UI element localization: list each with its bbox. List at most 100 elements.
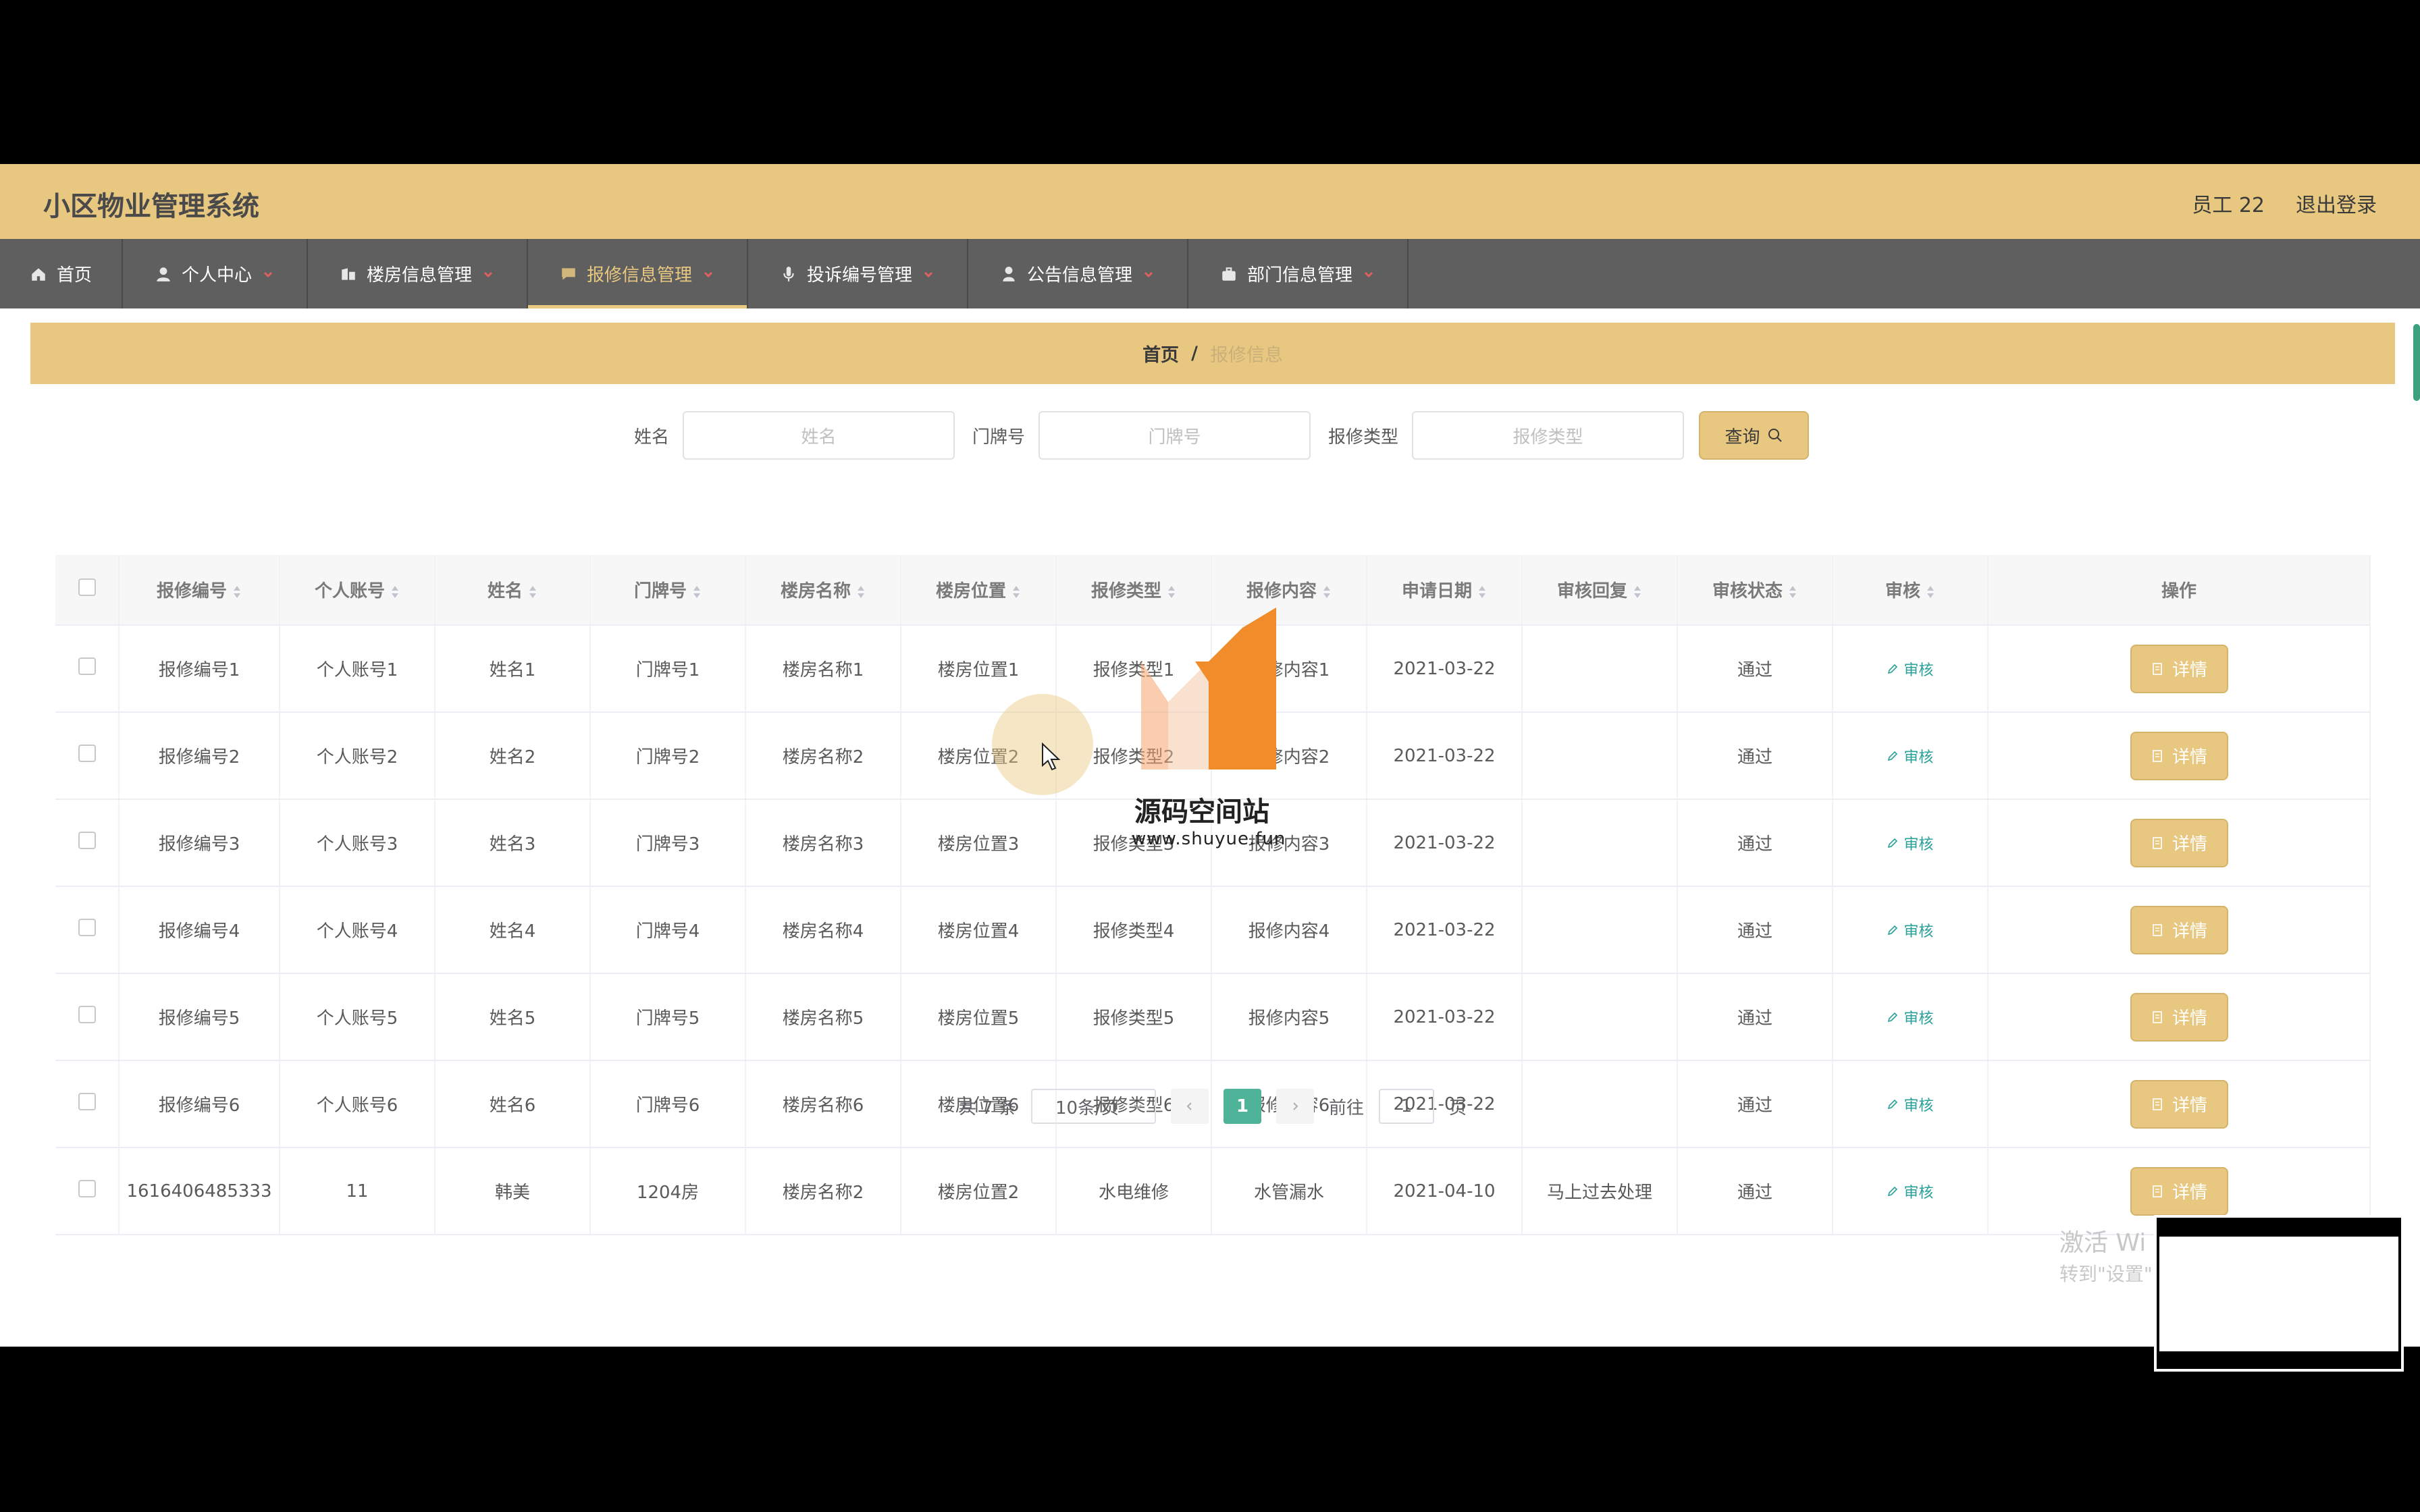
- table-cell: 通过: [1677, 712, 1833, 800]
- document-icon: [2153, 1185, 2162, 1197]
- table-cell: 楼房名称2: [745, 712, 901, 800]
- nav-item-3[interactable]: 楼房信息管理: [308, 239, 528, 308]
- query-button[interactable]: 查询: [1699, 411, 1810, 460]
- repair-type-input[interactable]: 报修类型: [1412, 411, 1685, 460]
- microphone-icon: [783, 266, 794, 281]
- nav-item-6[interactable]: 公告信息管理: [968, 239, 1188, 308]
- table-cell: 楼房位置5: [901, 973, 1057, 1061]
- document-icon: [2153, 923, 2162, 936]
- column-header[interactable]: 个人账号: [280, 555, 436, 626]
- name-input[interactable]: 姓名: [682, 411, 955, 460]
- page-number[interactable]: 1: [1224, 1089, 1262, 1124]
- nav-item-2[interactable]: 个人中心: [123, 239, 308, 308]
- column-header[interactable]: 报修编号: [119, 555, 280, 626]
- column-header[interactable]: 审核回复: [1522, 555, 1678, 626]
- row-checkbox[interactable]: [78, 1180, 96, 1197]
- table-row: 报修编号4 个人账号4 姓名4 门牌号4 楼房名称4 楼房位置4 报修类型4 报修内容4 202…: [55, 886, 2371, 974]
- sort-icon[interactable]: [1633, 584, 1642, 600]
- main-nav: 首页 个人中心 楼房信息管理 报修信息管理 投诉编号管理 公告信息管理 部门信息管理: [0, 239, 2420, 308]
- sort-icon[interactable]: [528, 584, 537, 600]
- column-header-label: 操作: [2161, 581, 2197, 601]
- table-cell: 报修编号3: [119, 799, 280, 887]
- row-checkbox[interactable]: [78, 745, 96, 762]
- detail-button[interactable]: 详情: [2130, 644, 2228, 693]
- select-all-checkbox[interactable]: [78, 578, 96, 596]
- column-header[interactable]: 申请日期: [1367, 555, 1523, 626]
- goto-page-input[interactable]: 1: [1379, 1089, 1435, 1124]
- total-count: 共 7 条: [958, 1098, 1017, 1118]
- table-cell: 通过: [1677, 1148, 1833, 1235]
- audit-link[interactable]: 审核: [1887, 1010, 1934, 1027]
- row-select-cell: [55, 625, 120, 713]
- detail-button[interactable]: 详情: [2130, 731, 2228, 780]
- nav-item-1[interactable]: 首页: [0, 239, 123, 308]
- detail-button[interactable]: 详情: [2130, 905, 2228, 954]
- column-header[interactable]: 门牌号: [590, 555, 746, 626]
- column-header-label: 门牌号: [633, 581, 687, 601]
- door-number-input[interactable]: 门牌号: [1038, 411, 1311, 460]
- building-icon: [342, 267, 355, 280]
- audit-label: 审核: [1903, 662, 1934, 679]
- audit-cell: 审核: [1833, 1148, 1989, 1235]
- column-header[interactable]: 姓名: [435, 555, 591, 626]
- sort-icon[interactable]: [232, 584, 242, 600]
- logout-link[interactable]: 退出登录: [2296, 188, 2377, 218]
- chevron-down-icon: [263, 271, 273, 277]
- top-header: 小区物业管理系统 员工 22 退出登录: [0, 164, 2420, 239]
- nav-item-label: 个人中心: [181, 265, 252, 286]
- audit-cell: 审核: [1833, 625, 1989, 713]
- name-label: 姓名: [633, 427, 669, 448]
- door-label: 门牌号: [972, 427, 1025, 448]
- sort-icon[interactable]: [390, 584, 400, 600]
- row-checkbox[interactable]: [78, 919, 96, 936]
- table-cell: 姓名4: [435, 886, 591, 974]
- audit-link[interactable]: 审核: [1887, 923, 1934, 940]
- column-header[interactable]: 操作: [1988, 555, 2371, 626]
- next-page-button[interactable]: [1276, 1089, 1315, 1124]
- table-cell: 通过: [1677, 799, 1833, 887]
- row-checkbox[interactable]: [78, 832, 96, 849]
- audit-link[interactable]: 审核: [1887, 836, 1934, 853]
- table-cell: 楼房名称1: [745, 625, 901, 713]
- sort-icon[interactable]: [856, 584, 866, 600]
- nav-item-5[interactable]: 投诉编号管理: [748, 239, 968, 308]
- column-header[interactable]: 楼房位置: [901, 555, 1057, 626]
- query-label: 查询: [1725, 427, 1760, 448]
- row-checkbox[interactable]: [78, 1006, 96, 1023]
- table-cell: 通过: [1677, 625, 1833, 713]
- goto-prefix: 前往: [1329, 1098, 1365, 1118]
- sort-icon[interactable]: [692, 584, 702, 600]
- breadcrumb-home[interactable]: 首页: [1142, 340, 1179, 367]
- audit-link[interactable]: 审核: [1887, 749, 1934, 766]
- column-header[interactable]: 楼房名称: [745, 555, 901, 626]
- chevron-down-icon: [1144, 271, 1153, 277]
- user-name[interactable]: 员工 22: [2192, 188, 2265, 218]
- prev-page-button[interactable]: [1171, 1089, 1209, 1124]
- column-header[interactable]: 审核: [1833, 555, 1989, 626]
- nav-item-7[interactable]: 部门信息管理: [1188, 239, 1409, 308]
- nav-item-4[interactable]: 报修信息管理: [528, 239, 748, 308]
- sort-icon[interactable]: [1322, 584, 1332, 600]
- sort-icon[interactable]: [1011, 584, 1021, 600]
- detail-button[interactable]: 详情: [2130, 992, 2228, 1042]
- page-size-select[interactable]: 10条/页: [1031, 1089, 1157, 1124]
- preview-content: [2159, 1237, 2398, 1351]
- sort-icon[interactable]: [1788, 584, 1797, 600]
- audit-link[interactable]: 审核: [1887, 1185, 1934, 1202]
- audit-link[interactable]: 审核: [1887, 662, 1934, 679]
- watermark-url: www.shuyue.fun: [1132, 829, 1286, 849]
- page-scrollbar[interactable]: [2413, 324, 2420, 401]
- sort-icon[interactable]: [1926, 584, 1935, 600]
- detail-button[interactable]: 详情: [2130, 1166, 2228, 1216]
- chevron-right-icon: [1293, 1102, 1298, 1110]
- sort-icon[interactable]: [1477, 584, 1487, 600]
- column-header-label: 审核: [1885, 581, 1920, 601]
- row-checkbox[interactable]: [78, 657, 96, 675]
- table-cell: 报修内容5: [1211, 973, 1367, 1061]
- detail-button[interactable]: 详情: [2130, 818, 2228, 867]
- column-header-label: 审核回复: [1556, 581, 1627, 601]
- windows-activation-hint: 转到"设置": [2059, 1263, 2153, 1285]
- action-cell: 详情: [1988, 973, 2371, 1061]
- column-header[interactable]: 审核状态: [1677, 555, 1833, 626]
- row-select-cell: [55, 973, 120, 1061]
